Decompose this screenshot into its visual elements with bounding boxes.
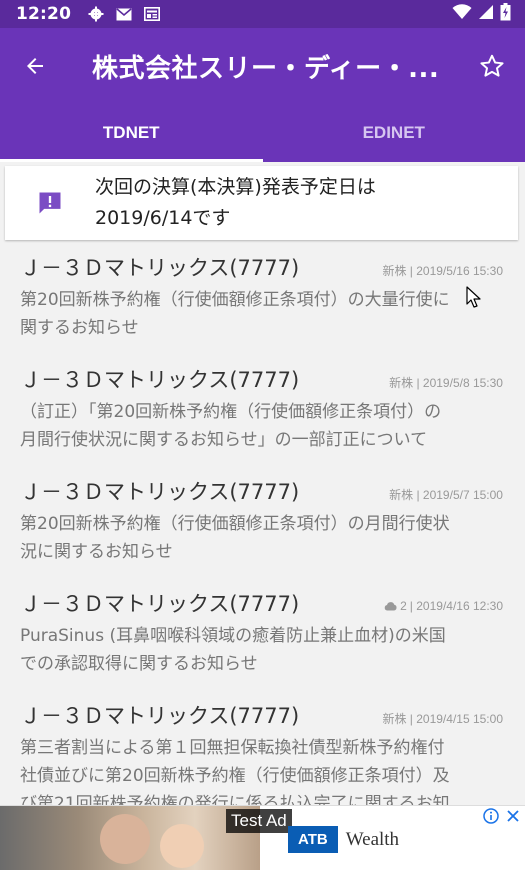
news-icon — [141, 5, 163, 23]
notice-text: 次回の決算(本決算)発表予定日は 2019/6/14です — [95, 172, 376, 234]
item-meta: 2 | 2019/4/16 12:30 — [384, 599, 505, 613]
list-item[interactable]: Ｊ－３Ｄマトリックス(7777) 新株 | 2019/5/7 15:00 第20… — [0, 476, 525, 588]
tab-edinet[interactable]: EDINET — [263, 104, 525, 162]
status-time: 12:20 — [16, 4, 72, 24]
comment-count: 2 — [400, 599, 407, 613]
star-outline-icon — [480, 54, 504, 77]
desc-line: 第20回新株予約権（行使価額修正条項付）の月間行使状 — [20, 514, 450, 534]
item-meta: 新株 | 2019/5/16 15:30 — [382, 264, 503, 278]
company-name: Ｊ－３Ｄマトリックス(7777) — [20, 480, 300, 504]
battery-icon — [500, 3, 511, 25]
company-name: Ｊ－３Ｄマトリックス(7777) — [20, 592, 300, 616]
back-button[interactable] — [0, 28, 70, 104]
desc-line: 社債並びに第20回新株予約権（行使価額修正条項付）及 — [20, 766, 450, 786]
tab-tdnet[interactable]: TDNET — [0, 104, 263, 162]
mail-icon — [113, 5, 135, 23]
app-bar: 株式会社スリー・ディー・... — [0, 28, 525, 104]
disclosure-list: Ｊ－３Ｄマトリックス(7777) 新株 | 2019/5/16 15:30 第2… — [0, 252, 525, 850]
feedback-icon — [5, 189, 95, 217]
notice-line-2: 2019/6/14です — [95, 207, 231, 229]
ad-info-icon[interactable] — [483, 808, 499, 824]
wifi-icon — [452, 4, 472, 24]
status-bar: 12:20 — [0, 0, 525, 28]
company-name: Ｊ－３Ｄマトリックス(7777) — [20, 368, 300, 392]
desc-line: PuraSinus (耳鼻咽喉科領域の癒着防止兼止血材)の米国 — [20, 626, 446, 646]
gear-icon — [85, 5, 107, 23]
item-date: | 2019/4/16 12:30 — [409, 599, 503, 613]
ad-label: Test Ad — [226, 809, 292, 833]
item-description: （訂正）「第20回新株予約権（行使価額修正条項付）の 月間行使状況に関するお知ら… — [20, 398, 505, 454]
cloud-icon — [384, 602, 397, 611]
ad-brand-logo: ATB — [288, 826, 338, 853]
mouse-cursor-icon — [466, 286, 481, 308]
arrow-back-icon — [27, 58, 43, 74]
favorite-button[interactable] — [459, 28, 525, 104]
item-meta: 新株 | 2019/4/15 15:00 — [382, 712, 503, 726]
list-item[interactable]: Ｊ－３Ｄマトリックス(7777) 2 | 2019/4/16 12:30 Pur… — [0, 588, 525, 700]
list-item[interactable]: Ｊ－３Ｄマトリックス(7777) 新株 | 2019/5/8 15:30 （訂正… — [0, 364, 525, 476]
ad-banner[interactable]: Test Ad ATB Wealth — [0, 805, 525, 870]
signal-icon — [478, 4, 494, 24]
item-meta: 新株 | 2019/5/7 15:00 — [389, 488, 503, 502]
ad-brand-text: Wealth — [345, 828, 400, 850]
item-meta: 新株 | 2019/5/8 15:30 — [389, 376, 503, 390]
ad-image[interactable] — [0, 806, 260, 870]
desc-line: 月間行使状況に関するお知らせ」の一部訂正について — [20, 430, 428, 450]
desc-line: 関するお知らせ — [20, 318, 139, 338]
notice-line-1: 次回の決算(本決算)発表予定日は — [95, 176, 376, 198]
company-name: Ｊ－３Ｄマトリックス(7777) — [20, 704, 300, 728]
tab-bar: TDNET EDINET — [0, 104, 525, 162]
item-description: 第20回新株予約権（行使価額修正条項付）の月間行使状 況に関するお知らせ — [20, 510, 505, 566]
company-name: Ｊ－３Ｄマトリックス(7777) — [20, 256, 300, 280]
list-item[interactable]: Ｊ－３Ｄマトリックス(7777) 新株 | 2019/5/16 15:30 第2… — [0, 252, 525, 364]
item-description: PuraSinus (耳鼻咽喉科領域の癒着防止兼止血材)の米国 での承認取得に関… — [20, 622, 505, 678]
ad-close-icon[interactable] — [505, 808, 521, 824]
item-description: 第20回新株予約権（行使価額修正条項付）の大量行使に 関するお知らせ — [20, 286, 505, 342]
page-title: 株式会社スリー・ディー・... — [92, 53, 440, 84]
ad-brand[interactable]: ATB Wealth — [288, 826, 399, 853]
desc-line: 第20回新株予約権（行使価額修正条項付）の大量行使に — [20, 290, 450, 310]
desc-line: （訂正）「第20回新株予約権（行使価額修正条項付）の — [20, 402, 442, 422]
desc-line: での承認取得に関するお知らせ — [20, 654, 258, 674]
earnings-notice-card: 次回の決算(本決算)発表予定日は 2019/6/14です — [5, 166, 518, 240]
desc-line: 第三者割当による第１回無担保転換社債型新株予約権付 — [20, 738, 445, 758]
desc-line: 況に関するお知らせ — [20, 542, 173, 562]
